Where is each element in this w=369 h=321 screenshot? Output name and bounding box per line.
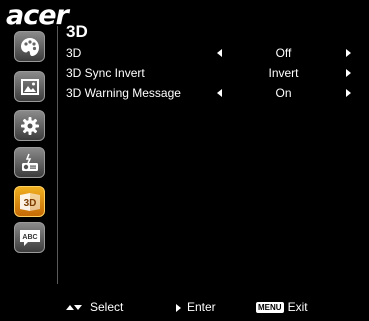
menu-row-3d[interactable]: 3D Off <box>66 46 362 62</box>
menu-key-icon: MENU <box>256 302 284 314</box>
palette-icon <box>20 37 39 56</box>
left-arrow-icon[interactable] <box>217 49 222 57</box>
sidebar-item-setting[interactable] <box>14 110 45 141</box>
menu-row-value: Invert <box>268 66 299 80</box>
right-arrow-icon[interactable] <box>346 49 351 57</box>
right-arrow-icon[interactable] <box>346 69 351 77</box>
menu-row-3d-sync-invert[interactable]: 3D Sync Invert Invert <box>66 66 362 82</box>
sidebar-item-management[interactable] <box>14 147 45 178</box>
menu-row-label: 3D <box>66 46 82 60</box>
menu-row-label: 3D Warning Message <box>66 86 181 100</box>
exit-label: Exit <box>287 300 308 314</box>
footer-select-hint: Select <box>66 300 123 314</box>
image-icon <box>20 78 39 95</box>
menu-row-value: Off <box>275 46 292 60</box>
3d-icon-label: 3D <box>23 198 36 209</box>
sidebar-item-language[interactable]: ABC <box>14 222 45 253</box>
menu-row-label: 3D Sync Invert <box>66 66 145 80</box>
right-arrow-icon[interactable] <box>346 89 351 97</box>
3d-icon: 3D <box>19 192 40 211</box>
page-title: 3D <box>66 22 88 41</box>
language-icon-label: ABC <box>22 234 37 241</box>
footer-exit-hint: MENU Exit <box>256 300 308 314</box>
left-arrow-icon[interactable] <box>217 89 222 97</box>
menu-row-value: On <box>275 86 292 100</box>
acer-logo: acer <box>6 0 69 31</box>
enter-arrow-icon <box>176 303 181 312</box>
enter-label: Enter <box>187 300 216 314</box>
gear-icon <box>20 116 39 135</box>
select-label: Select <box>90 300 124 314</box>
sidebar-item-3d[interactable]: 3D <box>14 186 45 217</box>
sidebar-divider <box>57 26 58 284</box>
footer-enter-hint: Enter <box>176 300 216 314</box>
up-arrow-icon <box>66 305 74 311</box>
language-icon: ABC <box>19 229 40 246</box>
down-arrow-icon <box>74 305 82 311</box>
sidebar-item-image[interactable] <box>14 71 45 102</box>
sidebar-item-color[interactable] <box>14 31 45 62</box>
projector-icon <box>21 153 38 171</box>
menu-row-3d-warning-message[interactable]: 3D Warning Message On <box>66 86 362 102</box>
